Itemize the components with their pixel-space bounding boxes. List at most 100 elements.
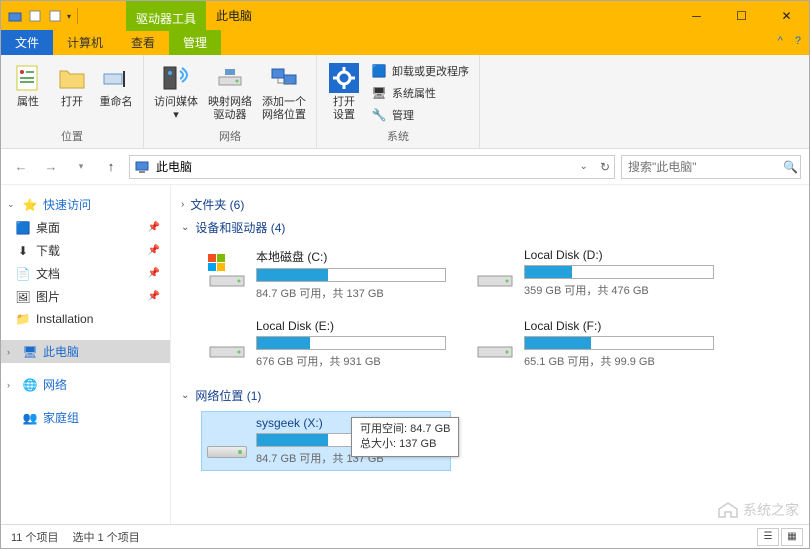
pin-icon: 📌	[148, 268, 160, 279]
open-folder-icon	[56, 62, 88, 94]
address-input[interactable]: 此电脑 ⌄ ↻	[129, 155, 615, 179]
nav-documents[interactable]: 📄文档📌	[1, 262, 170, 285]
pin-icon: 📌	[148, 291, 160, 302]
status-bar: 11 个项目 选中 1 个项目 ☰ ▦	[1, 524, 809, 548]
address-bar: ← → ▾ ↑ 此电脑 ⌄ ↻ 🔍	[1, 149, 809, 185]
pin-icon: 📌	[148, 222, 160, 233]
uninstall-programs-button[interactable]: 🟦卸载或更改程序	[367, 61, 473, 81]
drive-tooltip: 可用空间: 84.7 GB 总大小: 137 GB	[351, 417, 459, 457]
drive-item[interactable]: Local Disk (E:) 676 GB 可用，共 931 GB	[201, 314, 451, 374]
this-pc-icon: 🖥	[22, 344, 38, 360]
minimize-button[interactable]: ─	[674, 1, 719, 31]
network-icon: 🌐	[22, 377, 38, 393]
nav-network[interactable]: ›🌐网络	[1, 373, 170, 396]
section-devices[interactable]: ⌄设备和驱动器 (4)	[181, 216, 799, 239]
homegroup-icon: 👥	[22, 410, 38, 426]
downloads-icon: ⬇	[15, 243, 31, 259]
manage-icon: 🔧	[371, 107, 387, 123]
folder-icon: 📁	[15, 311, 31, 327]
ribbon-group-network: 网络	[150, 126, 310, 148]
help-icon[interactable]: ?	[795, 35, 801, 47]
ribbon-tabs: 文件 计算机 查看 管理 ^ ?	[1, 31, 809, 55]
nav-quick-access[interactable]: ⌄⭐快速访问	[1, 193, 170, 216]
rename-button[interactable]: 重命名	[95, 59, 137, 126]
navigation-pane: ⌄⭐快速访问 🟦桌面📌 ⬇下载📌 📄文档📌 🖼图片📌 📁Installation…	[1, 185, 171, 525]
chevron-down-icon: ⌄	[181, 390, 189, 401]
star-icon: ⭐	[22, 197, 38, 213]
this-pc-icon	[134, 159, 150, 175]
refresh-button[interactable]: ↻	[600, 160, 610, 174]
titlebar: ▾ 驱动器工具 此电脑 ─ ☐ ✕	[1, 1, 809, 31]
network-drive-icon	[206, 416, 248, 458]
window-title: 此电脑	[206, 1, 674, 31]
nav-up-button[interactable]: ↑	[99, 155, 123, 179]
documents-icon: 📄	[15, 266, 31, 282]
properties-button[interactable]: 属性	[7, 59, 49, 126]
close-button[interactable]: ✕	[764, 1, 809, 31]
pictures-icon: 🖼	[15, 289, 31, 305]
content-pane: ›文件夹 (6) ⌄设备和驱动器 (4) 本地磁盘 (C:) 84.7 GB 可…	[171, 185, 809, 525]
drive-icon	[474, 319, 516, 361]
drive-item[interactable]: Local Disk (F:) 65.1 GB 可用，共 99.9 GB	[469, 314, 719, 374]
settings-gear-icon	[328, 62, 360, 94]
nav-this-pc[interactable]: ›🖥此电脑	[1, 340, 170, 363]
search-box[interactable]: 🔍	[621, 155, 801, 179]
status-item-count: 11 个项目	[11, 529, 58, 545]
nav-back-button[interactable]: ←	[9, 155, 33, 179]
properties-icon	[12, 62, 44, 94]
desktop-icon: 🟦	[15, 220, 31, 236]
drive-icon	[206, 248, 248, 290]
media-server-icon	[160, 62, 192, 94]
map-drive-icon	[214, 62, 246, 94]
map-drive-button[interactable]: 映射网络 驱动器	[204, 59, 256, 126]
system-properties-button[interactable]: 🖥系统属性	[367, 83, 473, 103]
maximize-button[interactable]: ☐	[719, 1, 764, 31]
network-location-icon	[268, 62, 300, 94]
chevron-down-icon: ⌄	[181, 222, 189, 233]
ribbon: 属性 打开 重命名 位置 访问媒体▾ 映射网络 驱动器	[1, 55, 809, 149]
tab-manage[interactable]: 管理	[169, 30, 221, 55]
open-button[interactable]: 打开	[51, 59, 93, 126]
status-selected-count: 选中 1 个项目	[72, 529, 139, 545]
section-folders[interactable]: ›文件夹 (6)	[181, 193, 799, 216]
uninstall-icon: 🟦	[371, 63, 387, 79]
open-settings-button[interactable]: 打开 设置	[323, 59, 365, 126]
chevron-right-icon: ›	[181, 199, 184, 210]
drive-icon	[206, 319, 248, 361]
ribbon-collapse-icon[interactable]: ^	[778, 35, 783, 47]
nav-installation[interactable]: 📁Installation	[1, 308, 170, 330]
drive-item[interactable]: Local Disk (D:) 359 GB 可用，共 476 GB	[469, 243, 719, 306]
nav-pictures[interactable]: 🖼图片📌	[1, 285, 170, 308]
qat-dropdown-icon[interactable]: ▾	[67, 12, 71, 21]
ribbon-group-system: 系统	[323, 126, 473, 148]
nav-homegroup[interactable]: 👥家庭组	[1, 406, 170, 429]
qat-properties-icon[interactable]	[27, 8, 43, 24]
nav-downloads[interactable]: ⬇下载📌	[1, 239, 170, 262]
tab-view[interactable]: 查看	[117, 30, 169, 55]
drive-item[interactable]: 本地磁盘 (C:) 84.7 GB 可用，共 137 GB	[201, 243, 451, 306]
search-icon[interactable]: 🔍	[783, 160, 798, 174]
contextual-tab-label: 驱动器工具	[126, 1, 206, 31]
view-tiles-button[interactable]: ▦	[781, 528, 803, 546]
search-input[interactable]	[628, 160, 783, 174]
rename-icon	[100, 62, 132, 94]
add-network-location-button[interactable]: 添加一个 网络位置	[258, 59, 310, 126]
section-network-locations[interactable]: ⌄网络位置 (1)	[181, 384, 799, 407]
view-details-button[interactable]: ☰	[757, 528, 779, 546]
nav-recent-dropdown[interactable]: ▾	[69, 155, 93, 179]
breadcrumb-segment[interactable]: 此电脑	[156, 158, 192, 175]
manage-button[interactable]: 🔧管理	[367, 105, 473, 125]
watermark: 系统之家	[717, 500, 799, 520]
system-props-icon: 🖥	[371, 85, 387, 101]
nav-desktop[interactable]: 🟦桌面📌	[1, 216, 170, 239]
nav-forward-button: →	[39, 155, 63, 179]
tab-computer[interactable]: 计算机	[53, 30, 117, 55]
address-dropdown-icon[interactable]: ⌄	[580, 161, 588, 172]
qat-undo-icon[interactable]	[47, 8, 63, 24]
app-icon	[7, 8, 23, 24]
drive-icon	[474, 248, 516, 290]
access-media-button[interactable]: 访问媒体▾	[150, 59, 202, 126]
tab-file[interactable]: 文件	[1, 30, 53, 55]
pin-icon: 📌	[148, 245, 160, 256]
ribbon-group-location: 位置	[7, 126, 137, 148]
